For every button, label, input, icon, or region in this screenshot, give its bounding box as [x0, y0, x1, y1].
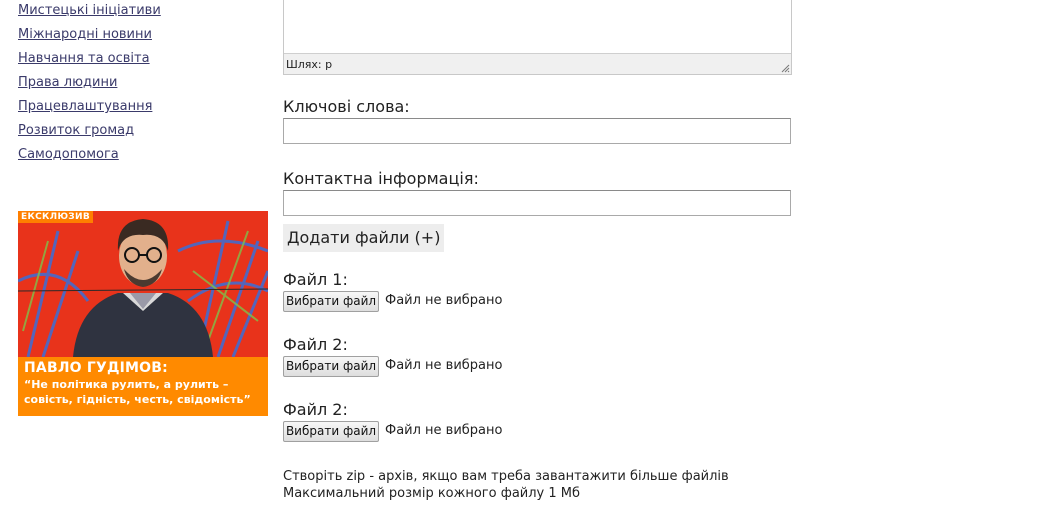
- description-editor[interactable]: Шлях: p: [283, 0, 792, 75]
- banner-exclusive-tag: ЕКСКЛЮЗИВ: [18, 211, 93, 223]
- banner-quote: “Не політика рулить, а рулить – совість,…: [24, 378, 251, 406]
- exclusive-banner[interactable]: ЕКСКЛЮЗИВ ПАВЛО ГУДІМОВ: “Не політика ру…: [18, 211, 268, 416]
- file-1-label: Файл 1:: [283, 270, 348, 289]
- banner-person-name: ПАВЛО ГУДІМОВ:: [24, 360, 168, 376]
- category-link-human-rights[interactable]: Права людини: [18, 75, 117, 90]
- file-2-status: Файл не вибрано: [385, 358, 503, 373]
- file-3-status: Файл не вибрано: [385, 423, 503, 438]
- file-1-choose-button[interactable]: Вибрати файл: [283, 291, 379, 312]
- category-link-employment[interactable]: Працевлаштування: [18, 99, 152, 114]
- editor-path: Шлях: p: [286, 58, 333, 71]
- category-link-self-help[interactable]: Самодопомога: [18, 147, 119, 162]
- contact-info-input[interactable]: [283, 190, 791, 216]
- keywords-label: Ключові слова:: [283, 97, 410, 116]
- banner-caption: ПАВЛО ГУДІМОВ: “Не політика рулить, а ру…: [18, 357, 268, 416]
- editor-status-bar: Шлях: p: [284, 53, 791, 74]
- max-file-size-note: Максимальний розмір кожного файлу 1 Мб: [283, 486, 581, 501]
- zip-archive-note: Створіть zip - архів, якщо вам треба зав…: [283, 469, 729, 484]
- file-1-status: Файл не вибрано: [385, 293, 503, 308]
- file-3-label: Файл 2:: [283, 400, 348, 419]
- category-link-art-initiatives[interactable]: Мистецькі ініціативи: [18, 3, 161, 18]
- resize-handle-icon[interactable]: [780, 63, 790, 73]
- file-2-choose-button[interactable]: Вибрати файл: [283, 356, 379, 377]
- file-2-label: Файл 2:: [283, 335, 348, 354]
- banner-portrait-image: [18, 211, 268, 357]
- category-link-international-news[interactable]: Міжнародні новини: [18, 27, 152, 42]
- add-files-button[interactable]: Додати файли (+): [283, 224, 445, 252]
- contact-info-label: Контактна інформація:: [283, 169, 479, 188]
- keywords-input[interactable]: [283, 118, 791, 144]
- category-link-education[interactable]: Навчання та освіта: [18, 51, 150, 66]
- category-link-community-development[interactable]: Розвиток громад: [18, 123, 134, 138]
- file-3-choose-button[interactable]: Вибрати файл: [283, 421, 379, 442]
